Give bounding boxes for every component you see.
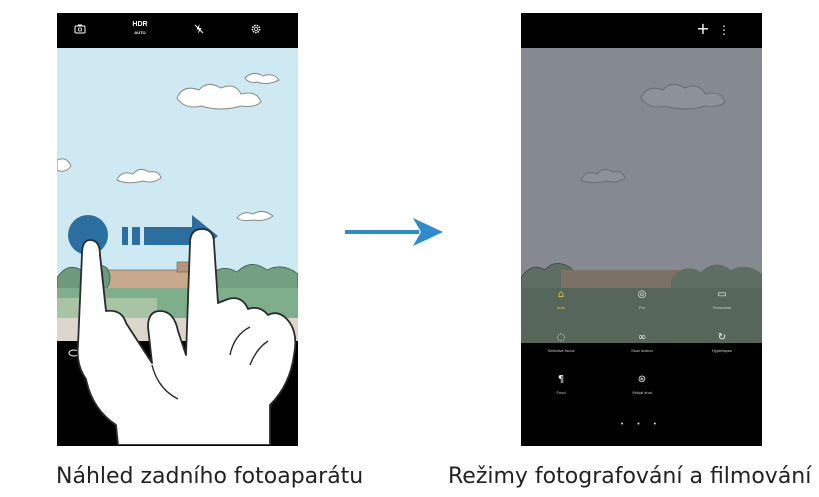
mode-label: Virtual shot [632,390,652,395]
mode-food[interactable]: ¶ Food [526,373,596,395]
swipe-gesture-illustration [68,215,297,445]
more-options-icon[interactable]: ⋮ [717,23,731,37]
plus-icon[interactable]: + [696,21,710,37]
flash-off-icon[interactable] [192,23,206,37]
settings-gear-icon[interactable] [249,23,263,37]
hyperlapse-icon: ↻ [717,332,727,343]
hdr-icon[interactable]: HDR AUTO [129,21,151,37]
caption-shooting-modes: Režimy fotografování a filmování [448,464,812,489]
mode-pro[interactable]: ◎ Pro [607,288,677,310]
panorama-icon: ▭ [717,289,727,300]
mode-label: Food [556,390,566,395]
mode-auto[interactable]: ⌂ Auto [526,288,596,310]
mode-panorama[interactable]: ▭ Panorama [687,288,757,310]
hdr-sublabel: AUTO [134,30,146,35]
mode-label: Selective focus [547,348,575,353]
mode-label: Auto [556,305,566,310]
page-indicator[interactable]: • • • [521,421,762,428]
mode-virtual-shot[interactable]: ⊛ Virtual shot [607,373,677,395]
modes-top-bar: + ⋮ [521,13,762,48]
mode-slow-motion[interactable]: ∞ Slow motion [607,331,677,353]
slow-motion-icon: ∞ [637,332,647,343]
auto-mode-icon: ⌂ [557,289,565,300]
food-icon: ¶ [557,374,565,385]
mode-label: Pro [638,305,646,310]
transition-arrow-icon [345,218,443,246]
mode-label: Slow motion [631,348,653,353]
shooting-modes-screen: + ⋮ ⌂ Auto ◎ Pro ▭ Panorama ◌ Selective [521,13,762,446]
mode-label: Panorama [712,305,732,310]
mode-selective-focus[interactable]: ◌ Selective focus [526,331,596,353]
camera-top-bar: HDR AUTO [57,13,298,48]
hdr-label: HDR [132,21,148,28]
pro-mode-icon: ◎ [637,289,647,300]
virtual-shot-icon: ⊛ [637,374,647,385]
mode-label: Hyperlapse [711,348,733,353]
selective-focus-icon: ◌ [556,332,566,343]
caption-rear-camera-preview: Náhled zadního fotoaparátu [56,464,364,489]
camera-switch-icon[interactable] [73,23,87,37]
mode-hyperlapse[interactable]: ↻ Hyperlapse [687,331,757,353]
